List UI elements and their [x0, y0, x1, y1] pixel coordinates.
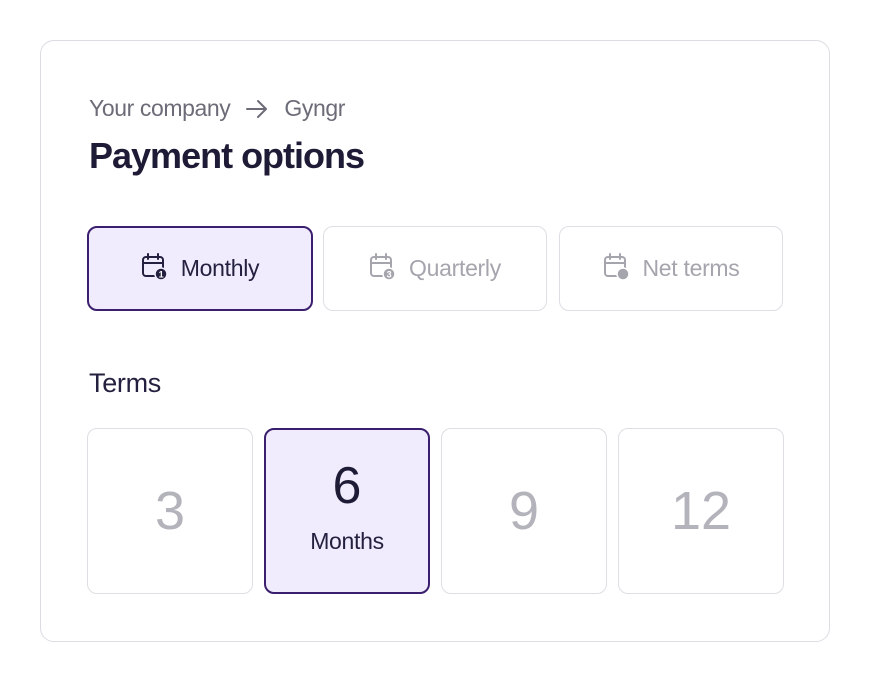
payment-option-net-terms[interactable]: Net terms: [559, 226, 783, 311]
payment-options-card: Your company Gyngr Payment options 1 Mon…: [40, 40, 830, 642]
payment-option-group: 1 Monthly 3 Quarterly Net terms: [87, 226, 783, 311]
payment-option-monthly[interactable]: 1 Monthly: [87, 226, 313, 311]
page-title: Payment options: [89, 135, 365, 176]
calendar-3-icon: 3: [369, 252, 396, 286]
term-option-9[interactable]: 9: [441, 428, 607, 594]
term-unit: Months: [310, 527, 384, 554]
payment-option-label: Quarterly: [409, 255, 501, 281]
payment-option-quarterly[interactable]: 3 Quarterly: [323, 226, 547, 311]
calendar-dot-icon: [603, 252, 630, 286]
breadcrumb: Your company Gyngr: [89, 95, 345, 122]
payment-option-label: Net terms: [642, 255, 740, 281]
term-value: 12: [670, 481, 732, 541]
term-option-3[interactable]: 3: [87, 428, 253, 594]
terms-label: Terms: [89, 368, 161, 398]
svg-text:1: 1: [158, 269, 163, 279]
svg-text:3: 3: [387, 269, 392, 279]
term-option-6[interactable]: 6 Months: [264, 428, 430, 594]
term-value: 9: [508, 481, 540, 541]
term-option-12[interactable]: 12: [618, 428, 784, 594]
term-value: 3: [154, 481, 186, 541]
breadcrumb-to: Gyngr: [284, 95, 346, 121]
calendar-1-icon: 1: [141, 252, 168, 286]
payment-option-label: Monthly: [180, 255, 260, 281]
term-value: 6: [332, 456, 362, 515]
arrow-right-icon: [244, 99, 270, 119]
breadcrumb-from: Your company: [89, 95, 231, 121]
